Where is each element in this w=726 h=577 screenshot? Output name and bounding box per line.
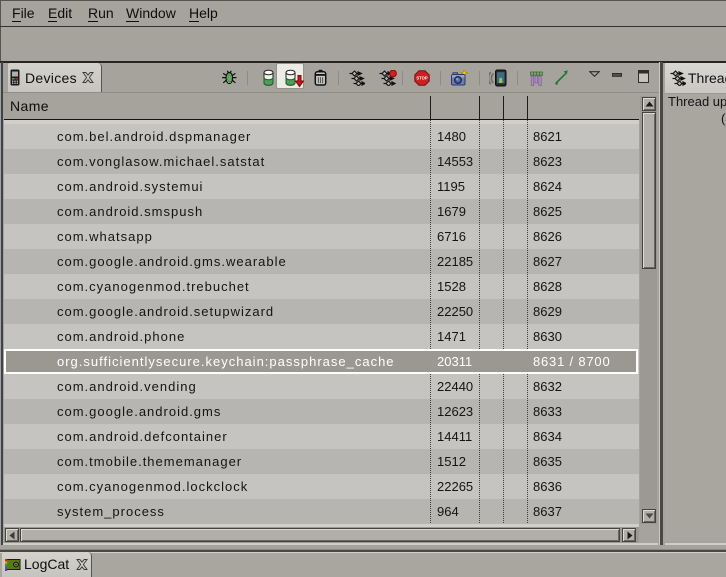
svg-text:STOP: STOP [416, 76, 428, 81]
